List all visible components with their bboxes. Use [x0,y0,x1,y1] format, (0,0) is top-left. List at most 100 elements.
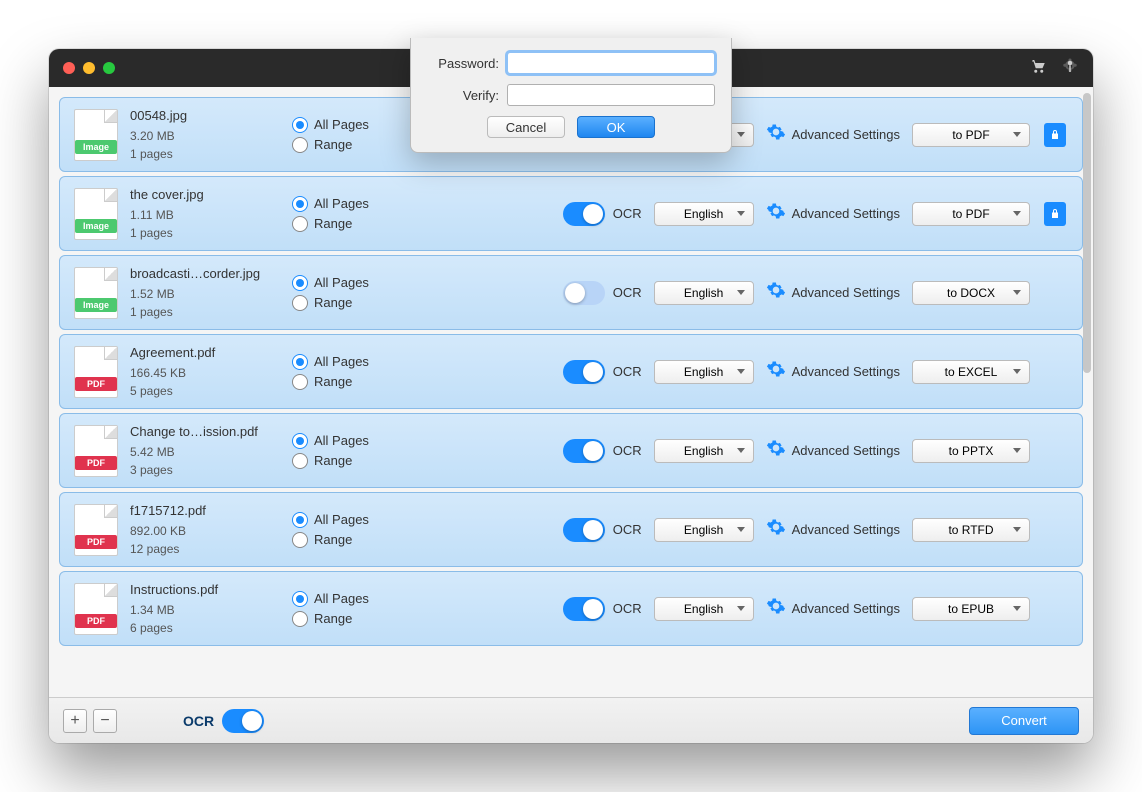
all-pages-radio[interactable]: All Pages [292,196,412,212]
advanced-settings[interactable]: Advanced Settings [766,122,900,147]
global-ocr-toggle[interactable] [222,709,264,733]
lock-icon[interactable] [1044,123,1066,147]
password-label: Password: [427,56,499,71]
ocr-label: OCR [613,285,642,300]
file-row[interactable]: Image broadcasti…corder.jpg 1.52 MB 1 pa… [59,255,1083,330]
file-row[interactable]: PDF Agreement.pdf 166.45 KB 5 pages All … [59,334,1083,409]
scrollbar[interactable] [1083,93,1091,373]
cart-icon[interactable] [1029,57,1047,80]
range-radio[interactable]: Range [292,374,412,390]
ocr-toggle[interactable] [563,439,605,463]
verify-input[interactable] [507,84,715,106]
gear-icon [766,517,786,542]
ocr-block: OCR [563,597,642,621]
ocr-block: OCR [563,360,642,384]
all-pages-radio[interactable]: All Pages [292,512,412,528]
range-radio[interactable]: Range [292,216,412,232]
all-pages-radio[interactable]: All Pages [292,117,412,133]
global-ocr-label: OCR [183,713,214,729]
ocr-toggle[interactable] [563,202,605,226]
file-meta: the cover.jpg 1.11 MB 1 pages [130,187,280,240]
output-format-select[interactable]: to PPTX [912,439,1030,463]
ok-button[interactable]: OK [577,116,655,138]
ocr-toggle[interactable] [563,360,605,384]
all-pages-radio[interactable]: All Pages [292,591,412,607]
zoom-window-button[interactable] [103,62,115,74]
password-input[interactable] [507,52,715,74]
output-format-select[interactable]: to PDF [912,123,1030,147]
language-select[interactable]: English [654,202,754,226]
language-select[interactable]: English [654,439,754,463]
file-name: 00548.jpg [130,108,280,123]
all-pages-radio[interactable]: All Pages [292,354,412,370]
language-select[interactable]: English [654,597,754,621]
advanced-label: Advanced Settings [792,443,900,458]
file-type-icon: PDF [74,425,118,477]
range-radio[interactable]: Range [292,611,412,627]
close-window-button[interactable] [63,62,75,74]
file-type-badge: PDF [75,377,117,391]
ocr-toggle[interactable] [563,281,605,305]
file-size: 1.34 MB [130,603,280,617]
lock-icon[interactable] [1044,202,1066,226]
file-type-icon: PDF [74,346,118,398]
ocr-label: OCR [613,601,642,616]
advanced-settings[interactable]: Advanced Settings [766,359,900,384]
minimize-window-button[interactable] [83,62,95,74]
advanced-settings[interactable]: Advanced Settings [766,201,900,226]
range-radio[interactable]: Range [292,137,412,153]
file-name: Change to…ission.pdf [130,424,280,439]
file-type-badge: PDF [75,614,117,628]
range-radio[interactable]: Range [292,295,412,311]
add-file-button[interactable]: + [63,709,87,733]
output-format-select[interactable]: to EXCEL [912,360,1030,384]
file-meta: 00548.jpg 3.20 MB 1 pages [130,108,280,161]
advanced-settings[interactable]: Advanced Settings [766,438,900,463]
page-options: All Pages Range [292,271,412,315]
file-type-icon: Image [74,267,118,319]
verify-label: Verify: [427,88,499,103]
range-radio[interactable]: Range [292,532,412,548]
all-pages-radio[interactable]: All Pages [292,275,412,291]
file-pages: 6 pages [130,621,280,635]
page-options: All Pages Range [292,508,412,552]
gear-icon [766,359,786,384]
file-name: Instructions.pdf [130,582,280,597]
file-row[interactable]: PDF f1715712.pdf 892.00 KB 12 pages All … [59,492,1083,567]
output-format-select[interactable]: to EPUB [912,597,1030,621]
file-size: 166.45 KB [130,366,280,380]
language-select[interactable]: English [654,518,754,542]
file-pages: 3 pages [130,463,280,477]
cancel-button[interactable]: Cancel [487,116,565,138]
ocr-label: OCR [613,443,642,458]
output-format-select[interactable]: to DOCX [912,281,1030,305]
file-type-badge: PDF [75,456,117,470]
file-row[interactable]: PDF Instructions.pdf 1.34 MB 6 pages All… [59,571,1083,646]
advanced-settings[interactable]: Advanced Settings [766,596,900,621]
footer: + − OCR Convert [49,697,1093,743]
output-format-select[interactable]: to RTFD [912,518,1030,542]
convert-button[interactable]: Convert [969,707,1079,735]
ocr-toggle[interactable] [563,597,605,621]
file-row[interactable]: Image the cover.jpg 1.11 MB 1 pages All … [59,176,1083,251]
advanced-label: Advanced Settings [792,127,900,142]
language-select[interactable]: English [654,360,754,384]
ocr-block: OCR [563,202,642,226]
file-type-icon: Image [74,188,118,240]
settings-icon[interactable] [1061,57,1079,80]
remove-file-button[interactable]: − [93,709,117,733]
output-format-select[interactable]: to PDF [912,202,1030,226]
range-radio[interactable]: Range [292,453,412,469]
ocr-toggle[interactable] [563,518,605,542]
file-size: 3.20 MB [130,129,280,143]
gear-icon [766,438,786,463]
password-dialog: Password: Verify: Cancel OK [410,49,732,153]
advanced-settings[interactable]: Advanced Settings [766,280,900,305]
file-size: 1.11 MB [130,208,280,222]
advanced-settings[interactable]: Advanced Settings [766,517,900,542]
file-row[interactable]: PDF Change to…ission.pdf 5.42 MB 3 pages… [59,413,1083,488]
page-options: All Pages Range [292,587,412,631]
all-pages-radio[interactable]: All Pages [292,433,412,449]
language-select[interactable]: English [654,281,754,305]
ocr-block: OCR [563,518,642,542]
